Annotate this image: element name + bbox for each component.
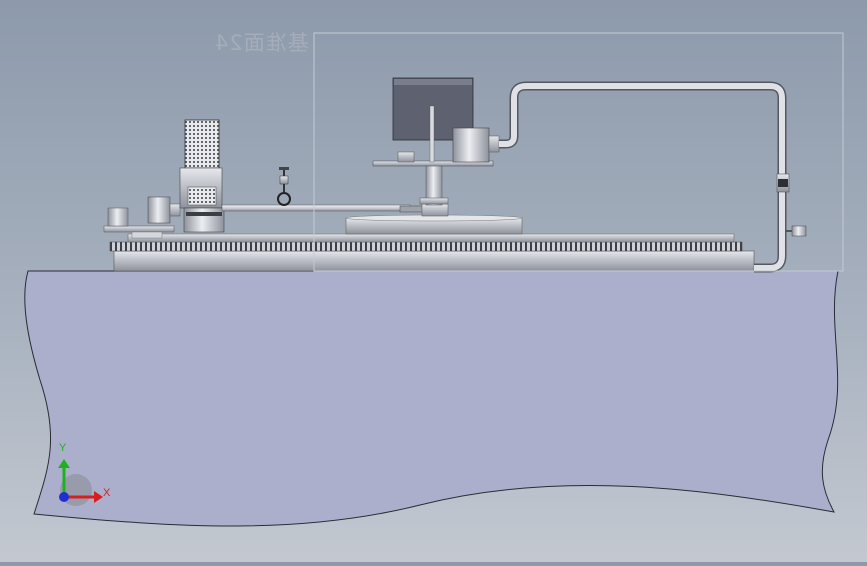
left-motor-assembly[interactable] bbox=[103, 196, 181, 239]
axis-x-label: X bbox=[103, 487, 111, 499]
feed-hopper[interactable] bbox=[179, 119, 225, 233]
reference-plane-label: 基准面24 bbox=[214, 31, 309, 55]
model-graphics[interactable] bbox=[0, 0, 867, 562]
rail-clamp[interactable] bbox=[277, 167, 291, 206]
base-slab bbox=[24, 270, 839, 527]
3d-viewport[interactable]: 基准面24 Y X bbox=[0, 0, 867, 562]
slide-rail[interactable] bbox=[221, 203, 449, 217]
right-motor[interactable] bbox=[452, 127, 500, 163]
axis-y-label: Y bbox=[59, 442, 67, 454]
